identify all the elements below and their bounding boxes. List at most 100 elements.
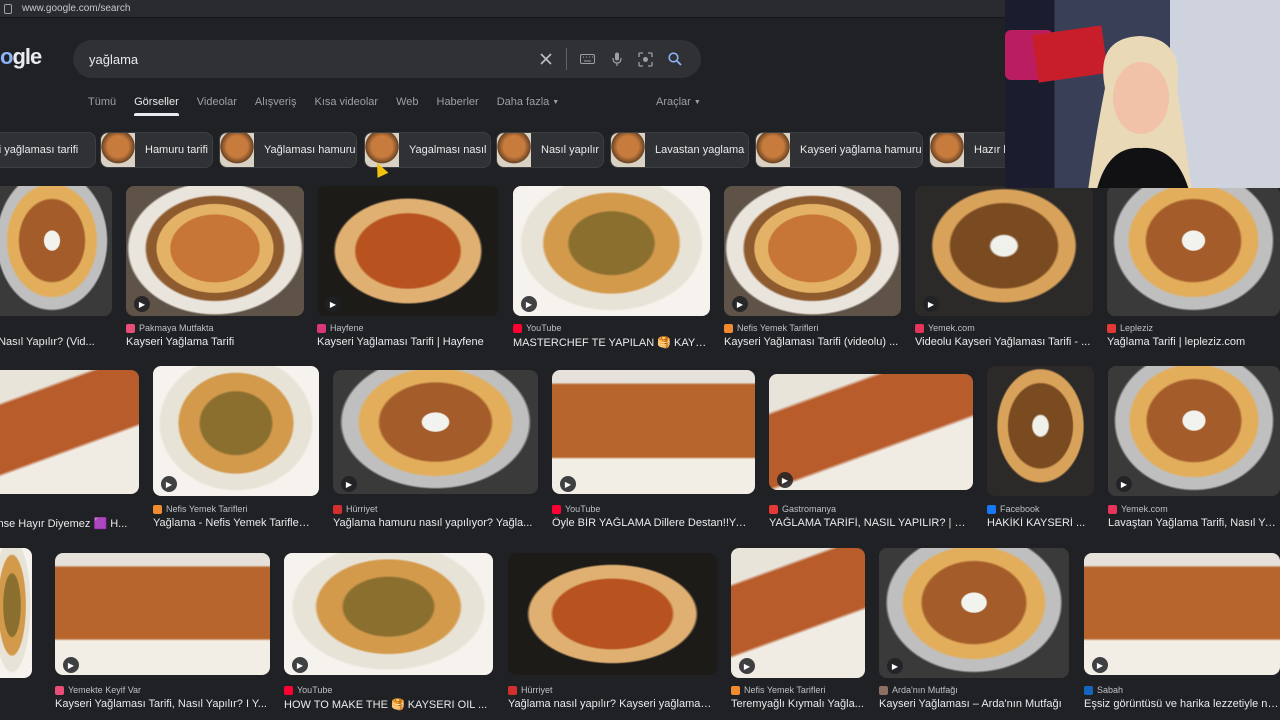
favicon bbox=[508, 685, 517, 695]
chip-thumbnail bbox=[930, 133, 964, 167]
tab-label: Tümü bbox=[88, 96, 117, 108]
tab-shopping[interactable]: Alışveriş bbox=[255, 96, 297, 114]
search-input[interactable] bbox=[89, 51, 531, 67]
tab-videos[interactable]: Videolar bbox=[197, 96, 237, 114]
microphone-icon[interactable] bbox=[602, 48, 631, 70]
result-thumbnail bbox=[513, 186, 710, 316]
keyboard-icon[interactable] bbox=[573, 48, 602, 70]
google-logo[interactable]: ogle bbox=[0, 44, 42, 70]
image-result[interactable]: ▶ Pakmaya Mutfakta Kayseri Yağlama Tarif… bbox=[126, 186, 304, 356]
chip-thumbnail bbox=[611, 133, 645, 167]
tab-images[interactable]: Görseller bbox=[134, 96, 179, 116]
tab-label: Web bbox=[396, 96, 419, 108]
chip[interactable]: Nasıl yapılır bbox=[496, 132, 604, 168]
lens-icon[interactable] bbox=[631, 48, 660, 70]
tab-all[interactable]: Tümü bbox=[88, 96, 116, 114]
webcam-overlay bbox=[1005, 0, 1280, 188]
image-result[interactable]: ▶ YouTube Öyle BİR YAĞLAMA Dillere Desta… bbox=[552, 370, 755, 535]
result-source: Hürriyet bbox=[508, 685, 553, 695]
favicon bbox=[915, 323, 924, 333]
favicon bbox=[513, 323, 522, 333]
favicon bbox=[284, 685, 293, 695]
video-icon: ▶ bbox=[134, 296, 150, 312]
result-thumbnail bbox=[1107, 186, 1280, 316]
video-icon: ▶ bbox=[521, 296, 537, 312]
chip-label: Yagalması nasıl bbox=[409, 144, 487, 156]
source-label: YouTube bbox=[297, 685, 333, 695]
result-title: Yağlama nasıl yapılır? Kayseri yağlaması… bbox=[508, 698, 713, 710]
source-label: YouTube bbox=[526, 323, 562, 333]
url-text: www.google.com/search bbox=[22, 3, 131, 14]
result-thumbnail bbox=[0, 548, 32, 678]
source-label: Facebook bbox=[1000, 504, 1040, 514]
tab-news[interactable]: Haberler bbox=[437, 96, 479, 114]
video-icon: ▶ bbox=[732, 296, 748, 312]
chip-label: Lavastan yaglama bbox=[655, 144, 745, 156]
tab-label: Daha fazla bbox=[496, 96, 550, 108]
image-result[interactable]: ▶ Hürriyet Yağlama hamuru nasıl yapılıyo… bbox=[333, 370, 538, 535]
logo-fragment-right: gle bbox=[12, 44, 42, 69]
image-result[interactable]: Hürriyet Yağlama nasıl yapılır? Kayseri … bbox=[508, 553, 717, 718]
image-result[interactable] bbox=[0, 548, 32, 718]
chip[interactable]: eri yağlaması tarifi bbox=[0, 132, 96, 168]
image-result[interactable]: ▶ Yemek.com Videolu Kayseri Yağlaması Ta… bbox=[915, 186, 1093, 356]
result-source: Facebook bbox=[987, 504, 1040, 514]
clear-icon[interactable] bbox=[531, 48, 560, 70]
favicon bbox=[317, 323, 326, 333]
streamer-figure bbox=[1088, 36, 1192, 188]
result-source: YouTube bbox=[284, 685, 332, 695]
result-source: Yemekte Keyif Var bbox=[55, 685, 141, 695]
source-label: Hayfene bbox=[330, 323, 364, 333]
image-result[interactable]: Lepleziz Yağlama Tarifi | lepleziz.com bbox=[1107, 186, 1280, 356]
search-icon[interactable] bbox=[660, 48, 689, 70]
image-result[interactable]: ▶ YouTube MASTERCHEF TE YAPILAN 🥞 KAYS..… bbox=[513, 186, 710, 356]
search-box[interactable] bbox=[73, 40, 701, 78]
tab-web[interactable]: Web bbox=[396, 96, 418, 114]
chip[interactable]: Kayseri yağlama hamuru bbox=[755, 132, 923, 168]
chip-label: Yağlaması hamuru bbox=[264, 144, 356, 156]
result-thumbnail bbox=[879, 548, 1069, 678]
image-result[interactable]: ▶ Gastromanya YAĞLAMA TARİFİ, NASIL YAPI… bbox=[769, 374, 973, 535]
chip[interactable]: Hamuru tarifi bbox=[100, 132, 213, 168]
result-thumbnail bbox=[284, 553, 493, 675]
result-title: Videolu Kayseri Yağlaması Tarifi - ... bbox=[915, 336, 1091, 348]
result-source: Hürriyet bbox=[333, 504, 378, 514]
image-result[interactable]: ▶ Sabah Eşsiz görüntüsü ve harika lezzet… bbox=[1084, 553, 1280, 718]
image-result[interactable]: ▶ Hayfene Kayseri Yağlaması Tarifi | Hay… bbox=[317, 186, 499, 356]
image-result[interactable]: ▶ Nefis Yemek Tarifleri Kayseri Yağlamas… bbox=[724, 186, 901, 356]
video-icon: ▶ bbox=[325, 296, 341, 312]
favicon bbox=[126, 323, 135, 333]
chip[interactable]: Hazır la bbox=[929, 132, 1005, 168]
result-title: Kayseri Yağlama Tarifi bbox=[126, 336, 235, 348]
result-title: imse Hayır Diyemez 🟪 H... bbox=[0, 518, 128, 530]
tab-short-videos[interactable]: Kısa videolar bbox=[314, 96, 378, 114]
image-result[interactable]: , Nasıl Yapılır? (Vid... bbox=[0, 186, 112, 356]
image-result[interactable]: ▶ YouTube HOW TO MAKE THE 🥞 KAYSERI OIL … bbox=[284, 553, 493, 718]
chip-label: Hazır la bbox=[974, 144, 1005, 156]
image-result[interactable]: ▶ Yemekte Keyif Var Kayseri Yağlaması Ta… bbox=[55, 553, 270, 718]
tab-more[interactable]: Daha fazla ▼ bbox=[497, 96, 560, 114]
result-source: Nefis Yemek Tarifleri bbox=[731, 685, 825, 695]
chip-thumbnail bbox=[101, 133, 135, 167]
image-result[interactable]: ▶ Nefis Yemek Tarifleri Yağlama - Nefis … bbox=[153, 366, 319, 535]
image-result[interactable]: ▶ Nefis Yemek Tarifleri Teremyağlı Kıyma… bbox=[731, 548, 865, 718]
browser-url-bar[interactable]: www.google.com/search bbox=[0, 0, 1005, 18]
image-result[interactable]: imse Hayır Diyemez 🟪 H... bbox=[0, 370, 139, 535]
result-thumbnail bbox=[915, 186, 1093, 316]
favicon bbox=[55, 685, 64, 695]
favicon bbox=[769, 504, 778, 514]
chip-label: Kayseri yağlama hamuru bbox=[800, 144, 922, 156]
image-result[interactable]: ▶ Arda'nın Mutfağı Kayseri Yağlaması – A… bbox=[879, 548, 1069, 718]
favicon bbox=[1107, 323, 1116, 333]
result-title: Kayseri Yağlaması Tarifi, Nasıl Yapılır?… bbox=[55, 698, 267, 710]
image-result[interactable]: ▶ Yemek.com Lavaştan Yağlama Tarifi, Nas… bbox=[1108, 366, 1280, 535]
favicon bbox=[724, 323, 733, 333]
result-thumbnail bbox=[987, 366, 1094, 496]
result-source: Lepleziz bbox=[1107, 323, 1153, 333]
chip[interactable]: Yağlaması hamuru bbox=[219, 132, 357, 168]
tools-button[interactable]: Araçlar ▼ bbox=[656, 96, 701, 108]
image-result[interactable]: Facebook HAKİKİ KAYSERİ ... bbox=[987, 366, 1094, 535]
chip[interactable]: Lavastan yaglama bbox=[610, 132, 749, 168]
tab-label: Alışveriş bbox=[254, 96, 297, 108]
result-source: Yemek.com bbox=[1108, 504, 1168, 514]
